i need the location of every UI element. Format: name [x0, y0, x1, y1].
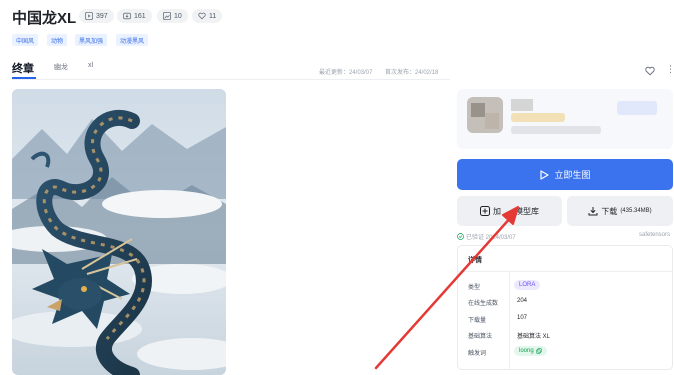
detail-value-base-model: 基础算法 XL: [517, 334, 551, 340]
generate-now-button[interactable]: 立即生图: [457, 159, 673, 190]
details-heading: 详情: [468, 257, 482, 264]
heart-icon: [198, 12, 206, 20]
add-to-library-label: 模型库: [515, 206, 539, 216]
generate-now-label: 立即生图: [554, 170, 591, 180]
tag-black-enhance[interactable]: 黑风加强: [75, 34, 108, 46]
details-separator: [458, 271, 672, 272]
published-date: 首次发布：24/02/18: [385, 70, 439, 76]
author-blurred-info: [467, 97, 657, 134]
detail-value-downloads: 107: [517, 315, 528, 321]
image-icon: [163, 12, 171, 20]
type-badge: LORA: [514, 280, 541, 290]
detail-label-type: 类型: [468, 285, 481, 291]
stat-likes: 11: [192, 9, 223, 23]
copy-icon[interactable]: [535, 348, 542, 354]
author-card[interactable]: [457, 89, 673, 149]
verified-text: 已验证 2024/03/07: [466, 235, 516, 241]
favorite-heart-icon[interactable]: [645, 66, 655, 76]
more-options-icon[interactable]: ⋮: [666, 64, 674, 75]
details-card: 详情 类型 LORA 在线生成数 204 下载量 107 基础算法 基础算法 X…: [457, 245, 673, 370]
add-to-library-prefix: 加: [493, 206, 501, 216]
download-label: 下载: [601, 206, 618, 216]
trigger-word-text: loong: [519, 348, 534, 354]
tag-chinese-style[interactable]: 中国风: [12, 34, 39, 46]
tab-version-xl[interactable]: xl: [88, 62, 93, 69]
file-format: safetensors: [639, 232, 671, 238]
download-button[interactable]: 下载 (435.34MB): [567, 196, 673, 226]
stat-likes-value: 11: [209, 12, 217, 20]
stat-downloads-value: 161: [134, 12, 146, 20]
detail-label-downloads: 下载量: [468, 318, 487, 324]
tab-version-final[interactable]: 终章: [12, 60, 34, 76]
play-outline-icon: [540, 169, 550, 180]
add-square-icon: [480, 206, 490, 216]
stat-runs: 397: [79, 9, 114, 23]
page-title: 中国龙XL: [12, 10, 77, 27]
check-circle-icon: [457, 233, 464, 240]
download-stat-icon: [123, 12, 131, 20]
verified-info: 已验证 2024/03/07: [457, 232, 516, 241]
model-preview-image[interactable]: [12, 89, 226, 375]
trigger-word-chip[interactable]: loong: [514, 346, 547, 356]
download-size: (435.34MB): [620, 208, 652, 214]
detail-value-online-gen: 204: [517, 298, 528, 304]
detail-label-trigger: 触发词: [468, 351, 487, 357]
dragon-illustration: [12, 89, 226, 375]
type-badge-text: LORA: [519, 282, 536, 288]
stat-images: 10: [157, 9, 188, 23]
tabs-divider: [12, 79, 450, 80]
add-to-library-button[interactable]: 加 模型库: [457, 196, 562, 226]
detail-label-base-model: 基础算法: [468, 334, 493, 340]
stat-images-value: 10: [174, 12, 182, 20]
updated-date: 最近更新：24/03/07: [319, 70, 373, 76]
tab-version-youlong[interactable]: 幽龙: [54, 62, 68, 72]
tag-anime-black[interactable]: 动漫黑风: [116, 34, 149, 46]
download-icon: [588, 207, 598, 216]
detail-label-online-gen: 在线生成数: [468, 301, 499, 307]
stat-downloads: 161: [117, 9, 152, 23]
tag-animal[interactable]: 动物: [47, 34, 68, 46]
stat-runs-value: 397: [96, 12, 108, 20]
play-icon: [85, 12, 93, 20]
details-column-divider: [509, 272, 510, 369]
